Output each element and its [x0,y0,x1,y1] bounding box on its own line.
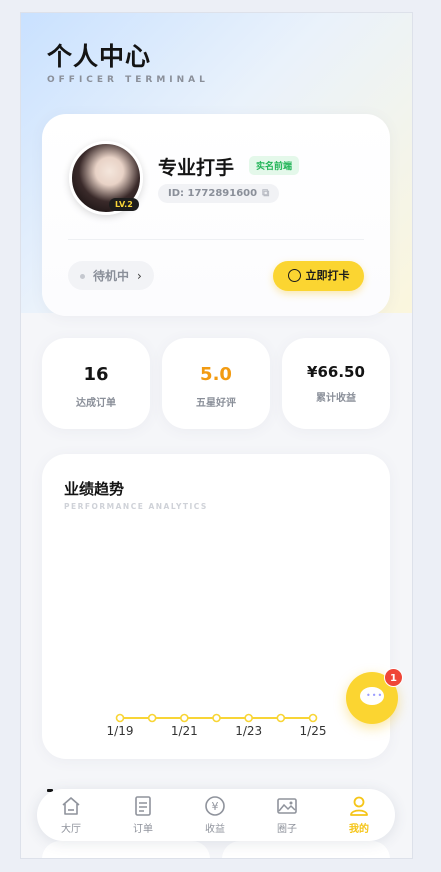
stat-label: 五星好评 [196,398,236,409]
user-icon [329,795,389,819]
image-icon [257,795,317,819]
user-id-pill[interactable]: ID: 1772891600 ⧉ [158,184,280,203]
tab-label: 收益 [205,824,225,835]
bottom-tab-bar: 大厅 订单 ¥ 收益 圈子 我的 [37,789,395,841]
data-point[interactable] [115,713,125,723]
performance-chart-card: 业绩趋势 PERFORMANCE ANALYTICS 1/19 1/21 1/23 1… [42,454,390,759]
peek-card [42,841,210,858]
yen-icon: ¥ [185,795,245,819]
stat-value: 16 [83,364,109,385]
x-tick-label: 1/25 [300,724,327,738]
stat-value: ¥66.50 [307,363,365,381]
chat-dots-icon: ••• [366,691,384,700]
copy-icon[interactable]: ⧉ [262,188,269,199]
stat-card-orders[interactable]: 16 达成订单 [42,338,150,429]
peek-card [222,841,390,858]
data-point[interactable] [212,713,221,723]
data-point[interactable] [308,713,318,723]
status-selector[interactable]: 待机中 › [68,261,154,290]
checkin-label: 立即打卡 [305,269,350,282]
data-point[interactable] [244,713,253,723]
svg-text:¥: ¥ [212,800,219,813]
verify-badge: 实名前端 [249,156,300,175]
status-label: 待机中 [93,269,130,283]
stat-label: 累计收益 [316,393,356,404]
tab-circle[interactable]: 圈子 [257,795,317,835]
tab-hall[interactable]: 大厅 [41,795,101,835]
x-tick-label: 1/23 [235,724,262,738]
stat-label: 达成订单 [76,398,116,409]
page-subtitle: OFFICER TERMINAL [47,75,209,85]
profile-card: LV.2 专业打手 实名前端 ID: 1772891600 ⧉ 待机中 › 立即打卡 [42,114,390,316]
tab-mine[interactable]: 我的 [329,795,389,835]
tab-earnings[interactable]: ¥ 收益 [185,795,245,835]
data-point[interactable] [180,713,189,723]
data-point[interactable] [147,713,157,723]
page-title: 个人中心 [47,42,152,71]
app-screen: 个人中心 OFFICER TERMINAL LV.2 专业打手 实名前端 ID:… [20,12,413,859]
tab-orders[interactable]: 订单 [113,795,173,835]
tab-label: 圈子 [277,824,297,835]
document-icon [113,795,173,819]
chevron-right-icon: › [137,269,142,283]
notification-badge: 1 [384,668,403,687]
x-tick-label: 1/21 [171,724,198,738]
data-point[interactable] [276,713,286,723]
divider [68,239,364,240]
status-dot-icon [80,274,85,279]
checkin-button[interactable]: 立即打卡 [273,261,364,291]
tab-label: 大厅 [61,824,81,835]
home-icon [41,795,101,819]
stat-card-rating[interactable]: 5.0 五星好评 [162,338,270,429]
clock-icon [287,268,301,282]
user-id-text: ID: 1772891600 [168,188,258,199]
tab-label: 我的 [349,824,369,835]
profile-name: 专业打手 [158,157,235,179]
tab-label: 订单 [133,824,153,835]
stat-card-earnings[interactable]: ¥66.50 累计收益 [282,338,390,429]
performance-line-chart: 1/19 1/21 1/23 1/25 [107,713,327,738]
x-tick-label: 1/19 [107,724,134,738]
level-badge: LV.2 [109,198,139,211]
stat-value: 5.0 [200,364,232,385]
